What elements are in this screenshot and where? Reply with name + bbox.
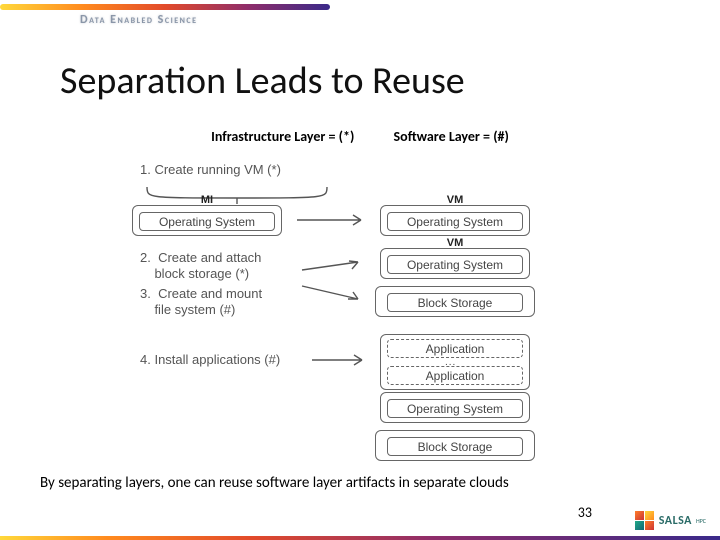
step-2: 2. Create and attach block storage (*)	[140, 250, 261, 283]
bs-1: Block Storage	[387, 293, 523, 312]
diagram: 1. Create running VM (*) MI Operating Sy…	[0, 156, 720, 456]
logo-text: SALSA	[659, 514, 692, 528]
logo-subtext: HPC	[696, 517, 706, 525]
step-4: 4. Install applications (#)	[140, 352, 280, 368]
arrow-4	[310, 351, 374, 369]
app-2: Application	[387, 366, 523, 385]
vm-os-2: Operating System	[387, 255, 523, 274]
mi-label: MI	[132, 194, 282, 206]
arrow-1	[295, 211, 375, 229]
arrow-2	[300, 256, 375, 274]
legend: Infrastructure Layer = (*) Software Laye…	[0, 128, 720, 145]
legend-infra: Infrastructure Layer = (*)	[211, 128, 354, 145]
slide: Data Enabled Science Separation Leads to…	[0, 0, 720, 540]
step-3: 3. Create and mount file system (#)	[140, 286, 262, 319]
salsa-logo: SALSA HPC	[635, 511, 706, 530]
legend-soft: Software Layer = (#)	[394, 128, 509, 145]
vm-label-2: VM	[380, 237, 530, 249]
page-number: 33	[578, 504, 592, 521]
caption: By separating layers, one can reuse soft…	[40, 474, 680, 492]
app-1: Application	[387, 339, 523, 358]
logo-square-icon	[635, 511, 654, 530]
vm-os-3: Operating System	[387, 399, 523, 418]
vm-label-1: VM	[380, 194, 530, 206]
bs-2: Block Storage	[387, 437, 523, 456]
slide-title: Separation Leads to Reuse	[60, 58, 465, 104]
top-stripe	[0, 4, 330, 10]
vm-os-1: Operating System	[387, 212, 523, 231]
step-1: 1. Create running VM (*)	[140, 162, 281, 178]
arrow-3	[300, 282, 375, 304]
mi-os: Operating System	[139, 212, 275, 231]
bottom-stripe	[0, 536, 720, 540]
brand-text: Data Enabled Science	[80, 13, 198, 27]
